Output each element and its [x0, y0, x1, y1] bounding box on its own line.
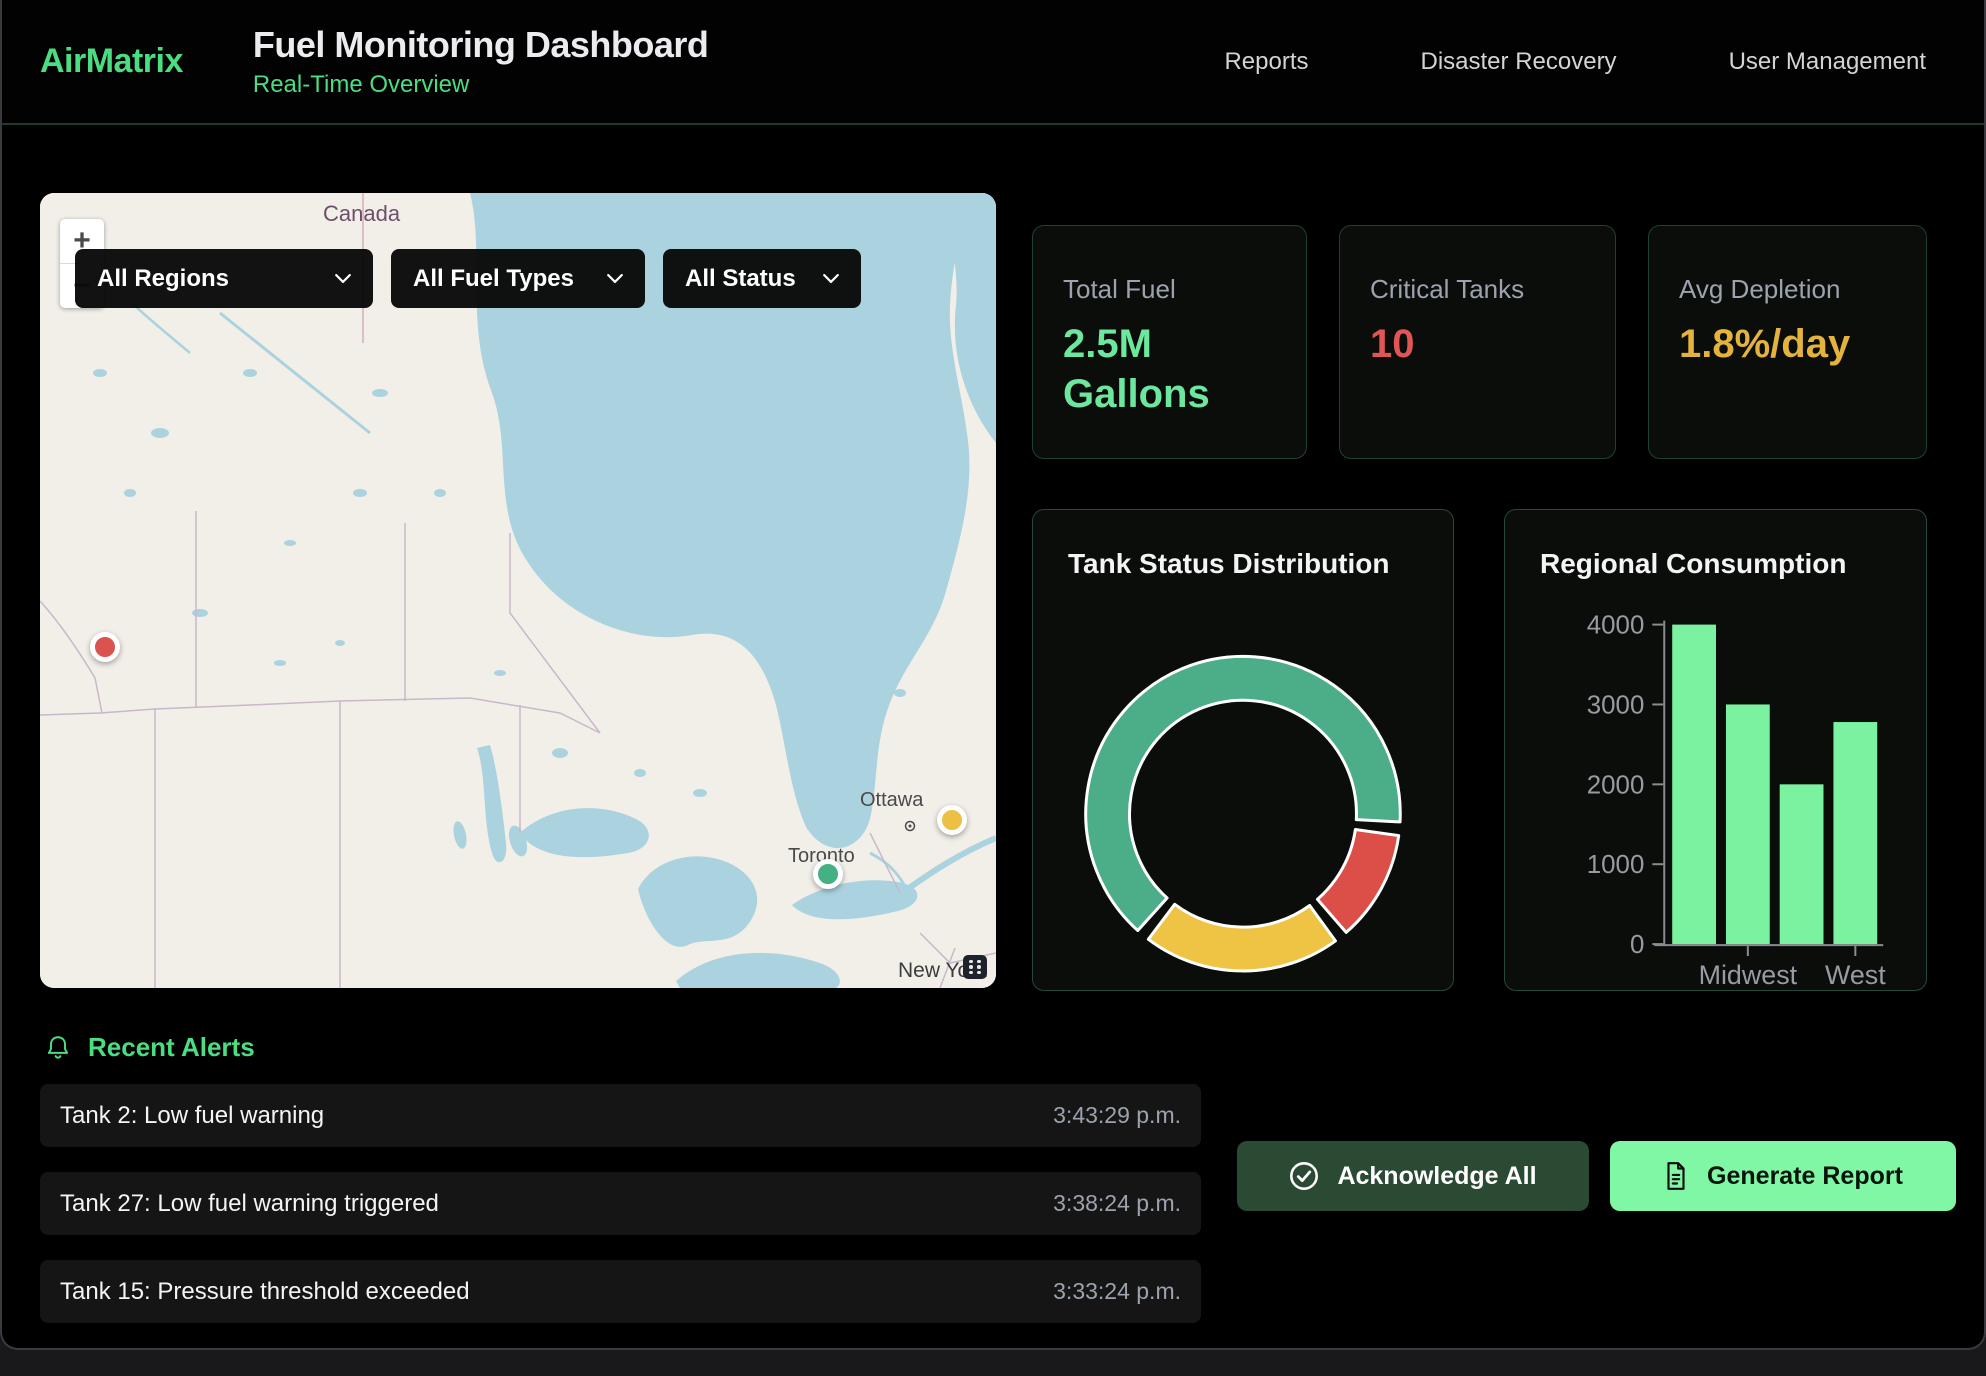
- status-filter-value: All Status: [685, 265, 796, 293]
- map-canvas[interactable]: [40, 193, 996, 988]
- generate-report-button[interactable]: Generate Report: [1610, 1141, 1956, 1211]
- nav-reports[interactable]: Reports: [1224, 48, 1308, 76]
- main-nav: Reports Disaster Recovery User Managemen…: [1224, 48, 1926, 76]
- map-resize-grip[interactable]: [963, 955, 987, 979]
- svg-text:Midwest: Midwest: [1699, 960, 1798, 990]
- svg-text:1000: 1000: [1587, 851, 1645, 879]
- acknowledge-all-label: Acknowledge All: [1337, 1162, 1536, 1191]
- document-icon: [1663, 1161, 1689, 1191]
- region-filter-select[interactable]: All Regions: [75, 249, 373, 308]
- fuel-type-filter-value: All Fuel Types: [413, 265, 574, 293]
- title-block: Fuel Monitoring Dashboard Real-Time Over…: [253, 24, 708, 99]
- svg-text:3000: 3000: [1587, 691, 1645, 719]
- check-circle-icon: [1289, 1161, 1319, 1191]
- alerts-header: Recent Alerts: [44, 1032, 255, 1063]
- stat-value: 2.5M Gallons: [1063, 319, 1253, 419]
- alert-row[interactable]: Tank 27: Low fuel warning triggered 3:38…: [40, 1172, 1201, 1235]
- alert-message: Tank 27: Low fuel warning triggered: [60, 1190, 439, 1218]
- nav-user-management[interactable]: User Management: [1729, 48, 1926, 76]
- stat-value: 1.8%/day: [1679, 319, 1869, 369]
- alert-time: 3:33:24 p.m.: [1053, 1278, 1181, 1305]
- alert-row[interactable]: Tank 15: Pressure threshold exceeded 3:3…: [40, 1260, 1201, 1323]
- acknowledge-all-button[interactable]: Acknowledge All: [1237, 1141, 1589, 1211]
- map-panel[interactable]: Canada Ottawa Toronto New York + − All R…: [40, 193, 996, 988]
- bell-icon: [44, 1034, 72, 1062]
- donut-chart: [1033, 510, 1453, 990]
- status-filter-select[interactable]: All Status: [663, 249, 861, 308]
- stat-label: Total Fuel: [1063, 274, 1276, 305]
- stat-card-critical-tanks: Critical Tanks 10: [1339, 225, 1616, 459]
- alert-message: Tank 2: Low fuel warning: [60, 1102, 324, 1130]
- svg-text:0: 0: [1630, 931, 1644, 959]
- map-marker-critical[interactable]: [90, 632, 120, 662]
- svg-text:2000: 2000: [1587, 771, 1645, 799]
- alert-time: 3:43:29 p.m.: [1053, 1102, 1181, 1129]
- stat-value: 10: [1370, 319, 1560, 369]
- header: AirMatrix Fuel Monitoring Dashboard Real…: [2, 0, 1984, 125]
- stat-label: Avg Depletion: [1679, 274, 1896, 305]
- chevron-down-icon: [335, 274, 351, 283]
- generate-report-label: Generate Report: [1707, 1162, 1903, 1191]
- alert-message: Tank 15: Pressure threshold exceeded: [60, 1278, 470, 1306]
- brand-logo[interactable]: AirMatrix: [40, 42, 183, 81]
- svg-text:4000: 4000: [1587, 612, 1645, 640]
- stat-card-avg-depletion: Avg Depletion 1.8%/day: [1648, 225, 1927, 459]
- alerts-title: Recent Alerts: [88, 1032, 255, 1063]
- map-marker-normal[interactable]: [813, 859, 843, 889]
- fuel-type-filter-select[interactable]: All Fuel Types: [391, 249, 645, 308]
- chevron-down-icon: [823, 274, 839, 283]
- bar-chart: 0 1000 2000 3000 4000 Midwest West: [1505, 510, 1926, 990]
- page-title: Fuel Monitoring Dashboard: [253, 24, 708, 66]
- alert-row[interactable]: Tank 2: Low fuel warning 3:43:29 p.m.: [40, 1084, 1201, 1147]
- region-filter-value: All Regions: [97, 265, 229, 293]
- chevron-down-icon: [607, 274, 623, 283]
- map-marker-warning[interactable]: [937, 805, 967, 835]
- page-subtitle: Real-Time Overview: [253, 71, 708, 99]
- regional-consumption-chart-card: Regional Consumption 01000200030004000Mi…: [1504, 509, 1927, 991]
- app-window: AirMatrix Fuel Monitoring Dashboard Real…: [0, 0, 1986, 1350]
- tank-status-chart-card: Tank Status Distribution: [1032, 509, 1454, 991]
- svg-text:West: West: [1825, 960, 1886, 990]
- stat-label: Critical Tanks: [1370, 274, 1585, 305]
- stat-card-total-fuel: Total Fuel 2.5M Gallons: [1032, 225, 1307, 459]
- nav-disaster-recovery[interactable]: Disaster Recovery: [1421, 48, 1617, 76]
- alert-time: 3:38:24 p.m.: [1053, 1190, 1181, 1217]
- map-filters: All Regions All Fuel Types All Status: [75, 249, 861, 308]
